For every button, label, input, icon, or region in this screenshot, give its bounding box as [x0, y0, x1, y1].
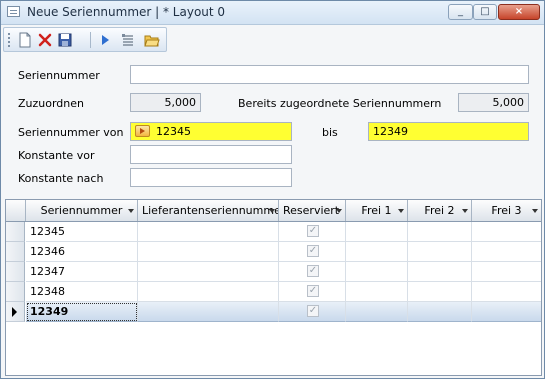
cell-frei1[interactable]: [346, 282, 408, 302]
table-row[interactable]: 12346 ✓: [6, 242, 541, 262]
cell-frei1[interactable]: [346, 302, 408, 322]
cell-seriennummer[interactable]: 12346: [26, 242, 138, 262]
reserviert-checkbox[interactable]: ✓: [307, 225, 319, 237]
bis-input[interactable]: 12349: [368, 122, 529, 141]
cell-lieferantenseriennummer[interactable]: [138, 302, 279, 322]
cell-frei1[interactable]: [346, 262, 408, 282]
row-header[interactable]: [6, 282, 25, 302]
cell-frei3[interactable]: [472, 222, 541, 242]
list-icon[interactable]: [119, 31, 137, 49]
column-header-seriennummer[interactable]: Seriennummer: [26, 200, 138, 221]
filter-arrow-icon[interactable]: [128, 209, 134, 213]
konstante-nach-input[interactable]: [130, 168, 292, 187]
cell-frei2[interactable]: [408, 282, 472, 302]
column-header-lieferantenseriennummer[interactable]: Lieferantenseriennummer: [138, 200, 279, 221]
minimize-button[interactable]: _: [448, 4, 473, 20]
toolbar-separator: [90, 32, 91, 48]
table-row[interactable]: 12345 ✓: [6, 222, 541, 242]
filter-arrow-icon[interactable]: [398, 209, 404, 213]
seriennummer-input[interactable]: [130, 65, 529, 84]
cell-frei2[interactable]: [408, 242, 472, 262]
grid-header: Seriennummer Lieferantenseriennummer Res…: [6, 200, 541, 222]
window: Neue Seriennummer | * Layout 0 _ □ × Ser…: [0, 0, 545, 379]
toolbar-grip[interactable]: [8, 33, 10, 47]
reserviert-checkbox[interactable]: ✓: [307, 285, 319, 297]
column-label: Frei 2: [424, 204, 455, 217]
filter-arrow-icon[interactable]: [462, 209, 468, 213]
delete-icon[interactable]: [36, 31, 54, 49]
column-header-frei3[interactable]: Frei 3: [472, 200, 541, 221]
column-label: Frei 1: [361, 204, 392, 217]
cell-reserviert[interactable]: ✓: [279, 282, 346, 302]
cell-seriennummer[interactable]: 12349: [26, 302, 138, 322]
konstante-vor-input[interactable]: [130, 145, 292, 164]
cell-frei1[interactable]: [346, 242, 408, 262]
cell-reserviert[interactable]: ✓: [279, 222, 346, 242]
column-label: Reserviert: [283, 204, 340, 217]
cell-reserviert[interactable]: ✓: [279, 242, 346, 262]
cell-lieferantenseriennummer[interactable]: [138, 262, 279, 282]
cell-seriennummer[interactable]: 12348: [26, 282, 138, 302]
cell-frei2[interactable]: [408, 262, 472, 282]
zuzuordnen-label: Zuzuordnen: [18, 97, 85, 110]
bereits-zugeordnet-label: Bereits zugeordnete Seriennummern: [238, 97, 442, 110]
table-row[interactable]: 12348 ✓: [6, 282, 541, 302]
table-row-selected[interactable]: 12349 ✓: [6, 302, 541, 322]
filter-arrow-icon[interactable]: [532, 209, 538, 213]
new-icon[interactable]: [16, 31, 34, 49]
konstante-vor-label: Konstante vor: [18, 149, 95, 162]
filter-arrow-icon[interactable]: [336, 209, 342, 213]
cell-frei3[interactable]: [472, 262, 541, 282]
cell-lieferantenseriennummer[interactable]: [138, 222, 279, 242]
filter-arrow-icon[interactable]: [269, 209, 275, 213]
close-button[interactable]: ×: [498, 4, 540, 20]
open-folder-icon[interactable]: [143, 31, 161, 49]
cell-frei3[interactable]: [472, 242, 541, 262]
zuzuordnen-field: 5,000: [130, 93, 201, 112]
column-header-frei2[interactable]: Frei 2: [408, 200, 472, 221]
cell-frei1[interactable]: [346, 222, 408, 242]
bis-label: bis: [322, 126, 338, 139]
column-label: Seriennummer: [40, 204, 123, 217]
title-bar[interactable]: Neue Seriennummer | * Layout 0 _ □ ×: [1, 1, 544, 25]
reserviert-checkbox[interactable]: ✓: [307, 265, 319, 277]
row-header[interactable]: [6, 262, 25, 282]
play-icon[interactable]: [96, 31, 114, 49]
cell-frei2[interactable]: [408, 222, 472, 242]
seriennummer-von-label: Seriennummer von: [18, 126, 124, 139]
cell-lieferantenseriennummer[interactable]: [138, 282, 279, 302]
row-header[interactable]: [6, 302, 25, 322]
reserviert-checkbox[interactable]: ✓: [307, 305, 319, 317]
lookup-icon[interactable]: [135, 125, 150, 137]
cell-seriennummer[interactable]: 12347: [26, 262, 138, 282]
seriennummer-label: Seriennummer: [18, 69, 100, 82]
app-icon: [7, 6, 20, 17]
column-header-frei1[interactable]: Frei 1: [346, 200, 408, 221]
seriennummer-von-value: 12345: [156, 125, 191, 138]
window-title: Neue Seriennummer | * Layout 0: [27, 5, 226, 19]
cell-frei2[interactable]: [408, 302, 472, 322]
column-label: Lieferantenseriennummer: [142, 204, 279, 217]
column-label: Frei 3: [491, 204, 522, 217]
current-row-indicator-icon: [12, 307, 17, 317]
seriennummer-von-input[interactable]: 12345: [130, 122, 292, 141]
row-header[interactable]: [6, 222, 25, 242]
maximize-button[interactable]: □: [473, 4, 497, 20]
toolbar: [3, 27, 167, 52]
konstante-nach-label: Konstante nach: [18, 172, 104, 185]
row-header[interactable]: [6, 242, 25, 262]
cell-frei3[interactable]: [472, 302, 541, 322]
cell-lieferantenseriennummer[interactable]: [138, 242, 279, 262]
reserviert-checkbox[interactable]: ✓: [307, 245, 319, 257]
serial-grid: Seriennummer Lieferantenseriennummer Res…: [5, 199, 542, 376]
cell-frei3[interactable]: [472, 282, 541, 302]
cell-reserviert[interactable]: ✓: [279, 262, 346, 282]
table-row[interactable]: 12347 ✓: [6, 262, 541, 282]
cell-reserviert[interactable]: ✓: [279, 302, 346, 322]
row-header-corner: [6, 200, 26, 221]
column-header-reserviert[interactable]: Reserviert: [279, 200, 346, 221]
save-icon[interactable]: [56, 31, 74, 49]
cell-seriennummer[interactable]: 12345: [26, 222, 138, 242]
bereits-zugeordnet-field: 5,000: [458, 93, 529, 112]
